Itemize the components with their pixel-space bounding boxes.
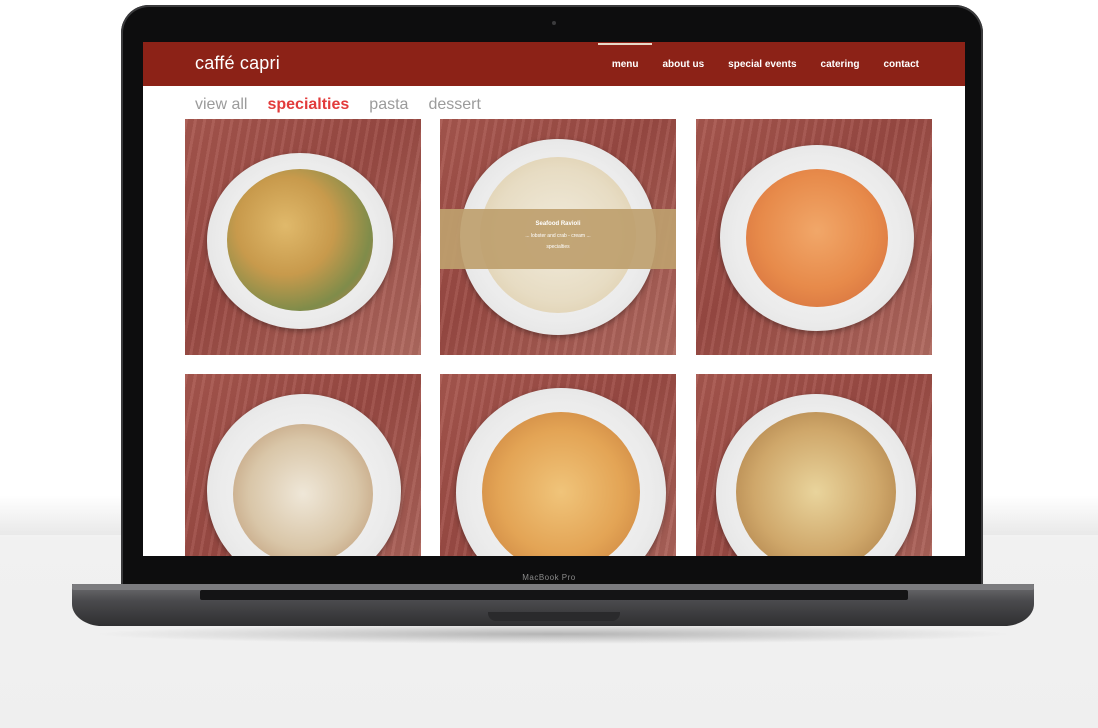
dish-description: ... lobster and crab - cream ... [525, 233, 591, 239]
laptop-screen: caffé capri menu about us special events… [143, 42, 965, 556]
site-header: caffé capri menu about us special events… [143, 42, 965, 86]
nav-catering[interactable]: catering [821, 59, 860, 70]
dish-title: Seafood Ravioli [535, 221, 581, 227]
nav-about-us[interactable]: about us [662, 59, 704, 70]
tab-specialties[interactable]: specialties [267, 96, 349, 114]
menu-tile-3[interactable] [696, 119, 932, 355]
nav-contact[interactable]: contact [883, 59, 919, 70]
dish-image [233, 424, 373, 556]
main-nav: menu about us special events catering co… [597, 42, 919, 86]
menu-tile-2[interactable]: Seafood Ravioli ... lobster and crab - c… [440, 119, 676, 355]
nav-special-events[interactable]: special events [728, 59, 796, 70]
dish-image [227, 169, 373, 311]
device-label: MacBook Pro [522, 573, 576, 582]
brand-logo[interactable]: caffé capri [195, 53, 280, 74]
tab-pasta[interactable]: pasta [369, 96, 408, 114]
nav-menu[interactable]: menu [597, 42, 652, 70]
dish-image [746, 169, 888, 307]
dish-hover-overlay[interactable]: Seafood Ravioli ... lobster and crab - c… [440, 209, 676, 269]
lid-opening-notch [488, 612, 620, 621]
tab-view-all[interactable]: view all [195, 96, 247, 114]
tab-dessert[interactable]: dessert [428, 96, 480, 114]
floor-shadow [90, 624, 1016, 644]
menu-filter-tabs: view all specialties pasta dessert [195, 96, 481, 114]
menu-tile-4[interactable] [185, 374, 421, 556]
keyboard [200, 590, 908, 600]
webcam [552, 21, 556, 25]
menu-tile-1[interactable] [185, 119, 421, 355]
menu-tile-5[interactable] [440, 374, 676, 556]
menu-tile-6[interactable] [696, 374, 932, 556]
dish-category: specialties [546, 244, 570, 250]
